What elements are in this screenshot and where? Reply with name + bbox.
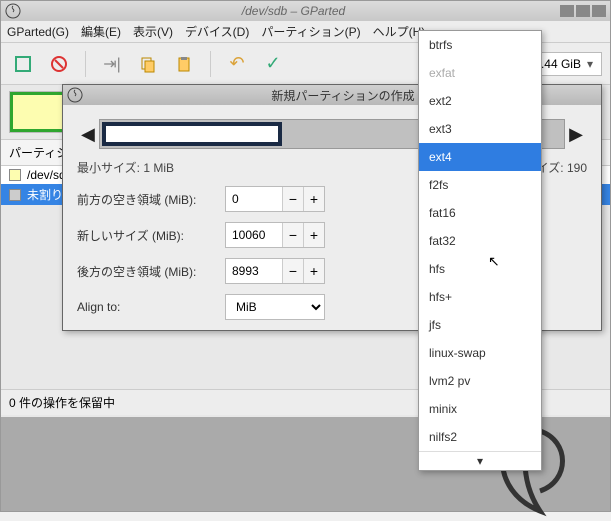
fs-option-hfs-[interactable]: hfs+ xyxy=(419,283,541,311)
new-size-input[interactable] xyxy=(226,228,282,242)
menu-gparted[interactable]: GParted(G) xyxy=(7,25,69,39)
spin-down-button[interactable]: − xyxy=(282,259,303,283)
slider-handle[interactable] xyxy=(102,122,282,146)
menu-device[interactable]: デバイス(D) xyxy=(185,23,249,40)
fs-option-hfs[interactable]: hfs xyxy=(419,255,541,283)
spin-up-button[interactable]: + xyxy=(303,259,324,283)
mouse-cursor-icon: ↖ xyxy=(488,253,500,270)
free-after-input[interactable] xyxy=(226,264,282,278)
dropdown-more-icon[interactable]: ▾ xyxy=(419,451,541,470)
row-swatch xyxy=(9,169,21,181)
resize-icon[interactable]: ⇥| xyxy=(98,50,126,78)
new-partition-icon[interactable] xyxy=(9,50,37,78)
menu-edit[interactable]: 編集(E) xyxy=(81,23,121,40)
fs-option-fat32[interactable]: fat32 xyxy=(419,227,541,255)
paste-icon[interactable] xyxy=(170,50,198,78)
fs-option-minix[interactable]: minix xyxy=(419,395,541,423)
spin-up-button[interactable]: + xyxy=(303,187,324,211)
menu-partition[interactable]: パーティション(P) xyxy=(261,23,360,40)
free-after-spinner[interactable]: − + xyxy=(225,258,325,284)
slider-right-arrow[interactable]: ▶ xyxy=(565,124,587,145)
delete-icon[interactable] xyxy=(45,50,73,78)
fs-option-jfs[interactable]: jfs xyxy=(419,311,541,339)
align-combo[interactable]: MiB xyxy=(225,294,325,320)
free-before-input[interactable] xyxy=(226,192,282,206)
fs-option-nilfs2[interactable]: nilfs2 xyxy=(419,423,541,451)
app-icon xyxy=(5,3,21,19)
undo-icon[interactable]: ↶ xyxy=(223,50,251,78)
spin-up-button[interactable]: + xyxy=(303,223,324,247)
main-titlebar[interactable]: /dev/sdb – GParted xyxy=(1,1,610,21)
fs-option-ext4[interactable]: ext4 xyxy=(419,143,541,171)
filesystem-dropdown[interactable]: btrfsexfatext2ext3ext4f2fsfat16fat32hfsh… xyxy=(418,30,542,471)
fs-option-ext2[interactable]: ext2 xyxy=(419,87,541,115)
fs-option-ext3[interactable]: ext3 xyxy=(419,115,541,143)
copy-icon[interactable] xyxy=(134,50,162,78)
new-size-spinner[interactable]: − + xyxy=(225,222,325,248)
slider-left-arrow[interactable]: ◀ xyxy=(77,124,99,145)
label-new-size: 新しいサイズ (MiB): xyxy=(77,227,217,244)
fs-option-lvm2-pv[interactable]: lvm2 pv xyxy=(419,367,541,395)
app-icon xyxy=(67,87,83,103)
spin-down-button[interactable]: − xyxy=(282,223,303,247)
fs-option-btrfs[interactable]: btrfs xyxy=(419,31,541,59)
window-controls[interactable] xyxy=(560,5,606,17)
fs-option-exfat: exfat xyxy=(419,59,541,87)
apply-icon[interactable]: ✓ xyxy=(259,50,287,78)
menu-view[interactable]: 表示(V) xyxy=(133,23,173,40)
fs-option-f2fs[interactable]: f2fs xyxy=(419,171,541,199)
window-title: /dev/sdb – GParted xyxy=(27,4,560,18)
label-free-before: 前方の空き領域 (MiB): xyxy=(77,191,217,208)
label-align: Align to: xyxy=(77,300,217,314)
fs-option-linux-swap[interactable]: linux-swap xyxy=(419,339,541,367)
fs-option-fat16[interactable]: fat16 xyxy=(419,199,541,227)
row-swatch xyxy=(9,189,21,201)
label-free-after: 後方の空き領域 (MiB): xyxy=(77,263,217,280)
spin-down-button[interactable]: − xyxy=(282,187,303,211)
free-before-spinner[interactable]: − + xyxy=(225,186,325,212)
